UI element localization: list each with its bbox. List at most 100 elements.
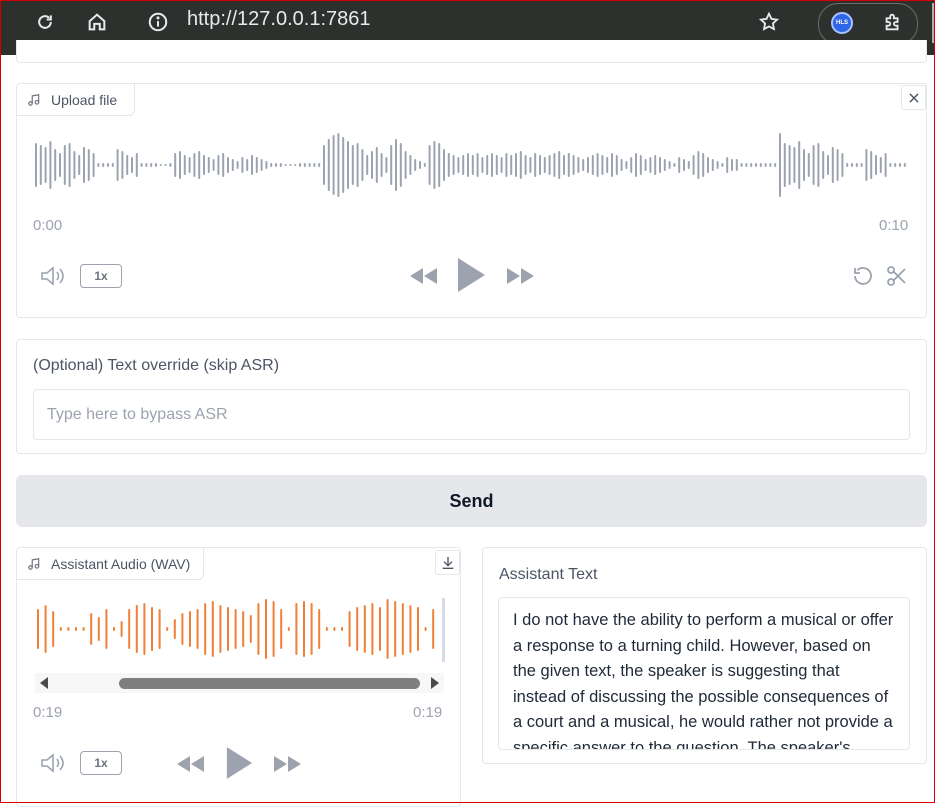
waveform-bar [111,163,114,167]
assistant-play-button[interactable] [223,744,255,782]
play-button[interactable] [455,256,487,294]
waveform-bar [423,163,426,167]
waveform-bar [404,151,407,179]
waveform-bar [587,157,589,173]
skip-forward-button[interactable] [505,262,537,290]
reload-icon[interactable] [33,10,57,34]
waveform-bar [798,141,801,189]
waveform-bar [87,149,90,181]
close-icon [908,92,919,103]
waveform-bar [73,151,76,179]
skip-backward-button[interactable] [407,262,439,290]
download-button[interactable] [435,550,460,575]
waveform-bar [543,157,546,173]
volume-icon [41,266,64,286]
waveform-bar [82,627,85,631]
waveform-bar [644,159,647,171]
volume-button[interactable] [39,264,67,288]
waveform-bar [865,149,868,181]
waveform-bar [841,153,844,177]
waveform-bar [313,163,316,167]
waveform-bar [563,155,565,175]
waveform-bar [860,163,863,167]
waveform-bar [59,627,62,631]
waveform-bar [227,607,229,651]
hls-extension-icon[interactable]: HLS [831,12,853,34]
waveform-bar [831,147,834,183]
waveform-scrollbar[interactable] [35,673,444,693]
assistant-skip-forward-button[interactable] [272,750,304,778]
address-bar-url[interactable]: http://127.0.0.1:7861 [187,8,371,31]
waveform-bar [894,163,897,167]
waveform-bar [769,163,772,167]
waveform-bar [150,163,153,167]
extensions-puzzle-icon[interactable] [881,10,905,34]
waveform-bar [318,609,321,649]
bookmark-star-icon[interactable] [757,10,781,34]
clear-close-button[interactable] [901,85,926,110]
scrollbar-thumb[interactable] [119,678,420,689]
waveform-bar [265,599,267,659]
waveform-bar [219,605,222,653]
waveform-bar [390,145,393,185]
waveform-bar [337,133,340,197]
waveform-bar [793,147,796,183]
waveform-bar [327,139,330,191]
assistant-volume-button[interactable] [39,751,67,775]
upload-audio-label-text: Upload file [51,91,118,108]
waveform-bar [663,159,666,171]
waveform-bar [846,163,849,167]
waveform-bar [409,605,412,653]
input-waveform[interactable] [17,129,926,201]
scroll-right-icon[interactable] [430,677,440,689]
playhead[interactable] [442,598,445,662]
waveform-bar [692,155,695,175]
waveform-bar [83,147,85,183]
waveform-bar [807,153,810,177]
waveform-bar [251,155,253,175]
fast-forward-icon [274,756,301,772]
waveform-bar [54,149,57,181]
waveform-bar [668,161,671,169]
waveform-bar [236,161,239,169]
waveform-bar [443,149,445,181]
undo-trim-button[interactable] [849,262,877,290]
waveform-bar [731,159,733,171]
home-icon[interactable] [85,10,109,34]
play-icon [226,747,253,779]
waveform-bar [433,141,436,189]
waveform-bar [249,615,252,643]
waveform-bar [899,163,901,167]
waveform-bar [447,153,450,177]
assistant-text-output[interactable]: I do not have the ability to perform a m… [498,597,910,750]
assistant-playback-speed-button[interactable]: 1x [80,751,122,775]
play-icon [458,258,485,292]
waveform-bar [822,151,825,179]
upload-audio-label: Upload file [17,84,135,116]
waveform-bar [145,163,148,167]
waveform-bar [211,601,214,657]
waveform-bar [366,155,369,175]
rewind-icon [410,268,437,284]
waveform-bar [879,157,882,173]
assistant-audio-panel: Assistant Audio (WAV) 0:19 0:19 1x [16,547,461,807]
waveform-bar [299,163,301,167]
waveform-bar [35,143,37,187]
waveform-bar [196,609,199,649]
assistant-text-label: Assistant Text [499,566,598,583]
output-waveform[interactable] [17,596,460,666]
waveform-bar [385,157,388,173]
assistant-skip-backward-button[interactable] [174,750,206,778]
waveform-bar [855,163,858,167]
site-info-icon[interactable] [146,10,170,34]
playback-speed-button[interactable]: 1x [80,264,122,288]
waveform-bar [375,147,378,183]
trim-button[interactable] [883,262,911,290]
scroll-left-icon[interactable] [39,677,49,689]
waveform-bar [333,627,336,631]
waveform-bar [553,153,556,177]
send-button[interactable]: Send [16,475,927,527]
text-override-input[interactable]: Type here to bypass ASR [33,389,910,440]
waveform-bar [356,143,359,187]
waveform-bar [678,157,681,173]
